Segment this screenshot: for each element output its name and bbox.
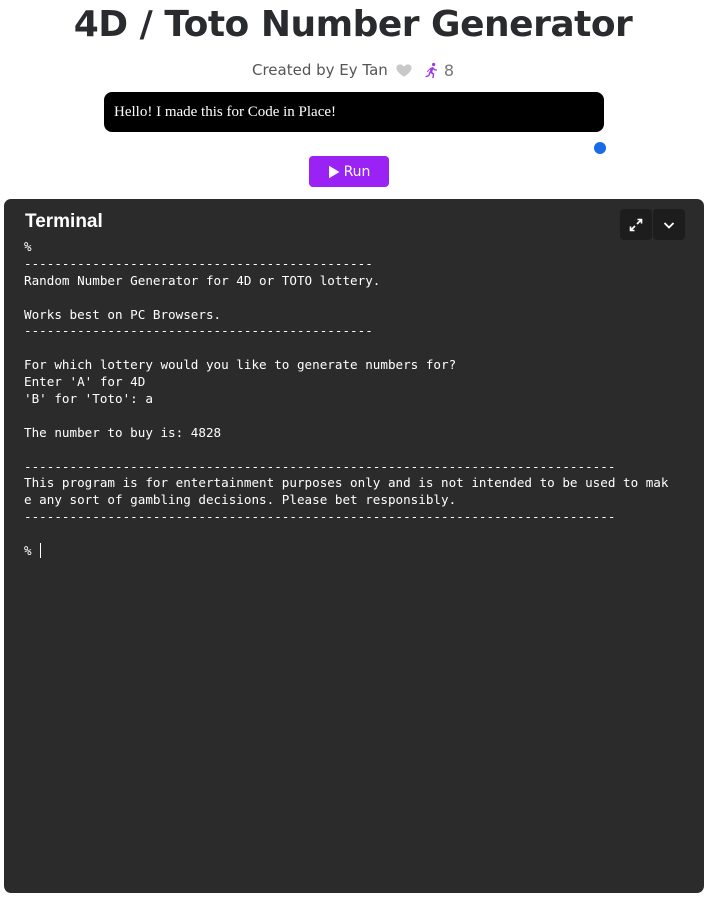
byline: Created by Ey Tan 8 — [0, 59, 706, 81]
running-person-icon — [423, 62, 440, 79]
terminal-line: ----------------------------------------… — [24, 255, 373, 271]
terminal-line: % — [24, 239, 32, 254]
terminal-line: For which lottery would you like to gene… — [24, 357, 457, 373]
heart-icon[interactable] — [395, 61, 413, 79]
terminal-line: % — [24, 543, 42, 559]
terminal-title: Terminal — [25, 211, 103, 232]
terminal-line: ----------------------------------------… — [24, 458, 616, 474]
terminal-line: e any sort of gambling decisions. Please… — [24, 492, 457, 508]
collapse-button[interactable] — [653, 209, 685, 240]
terminal-line: 'B' for 'Toto': a — [24, 391, 153, 407]
run-button-label: Run — [343, 163, 371, 180]
terminal-line: This program is for entertainment purpos… — [24, 475, 669, 491]
expand-icon — [629, 218, 643, 231]
terminal-line: ----------------------------------------… — [24, 323, 373, 339]
run-button[interactable]: Run — [309, 156, 389, 187]
terminal-line: Enter 'A' for 4D — [24, 374, 146, 390]
terminal-panel: Terminal % ------------------------------… — [4, 199, 704, 893]
chevron-down-icon — [663, 221, 675, 229]
page-title: 4D / Toto Number Generator — [73, 4, 633, 45]
output-message: Hello! I made this for Code in Place! — [104, 92, 604, 132]
status-dot — [594, 142, 606, 154]
terminal-output[interactable]: % ---------------------------------------… — [24, 239, 692, 560]
terminal-line: The number to buy is: 4828 — [24, 424, 222, 440]
play-icon — [328, 165, 340, 178]
terminal-line: Random Number Generator for 4D or TOTO l… — [24, 272, 381, 288]
author-credit: Created by Ey Tan — [252, 61, 388, 79]
terminal-line: Works best on PC Browsers. — [24, 306, 222, 322]
expand-button[interactable] — [620, 209, 652, 240]
text-cursor — [40, 543, 42, 559]
terminal-line: ----------------------------------------… — [24, 509, 616, 525]
run-count: 8 — [443, 60, 454, 80]
